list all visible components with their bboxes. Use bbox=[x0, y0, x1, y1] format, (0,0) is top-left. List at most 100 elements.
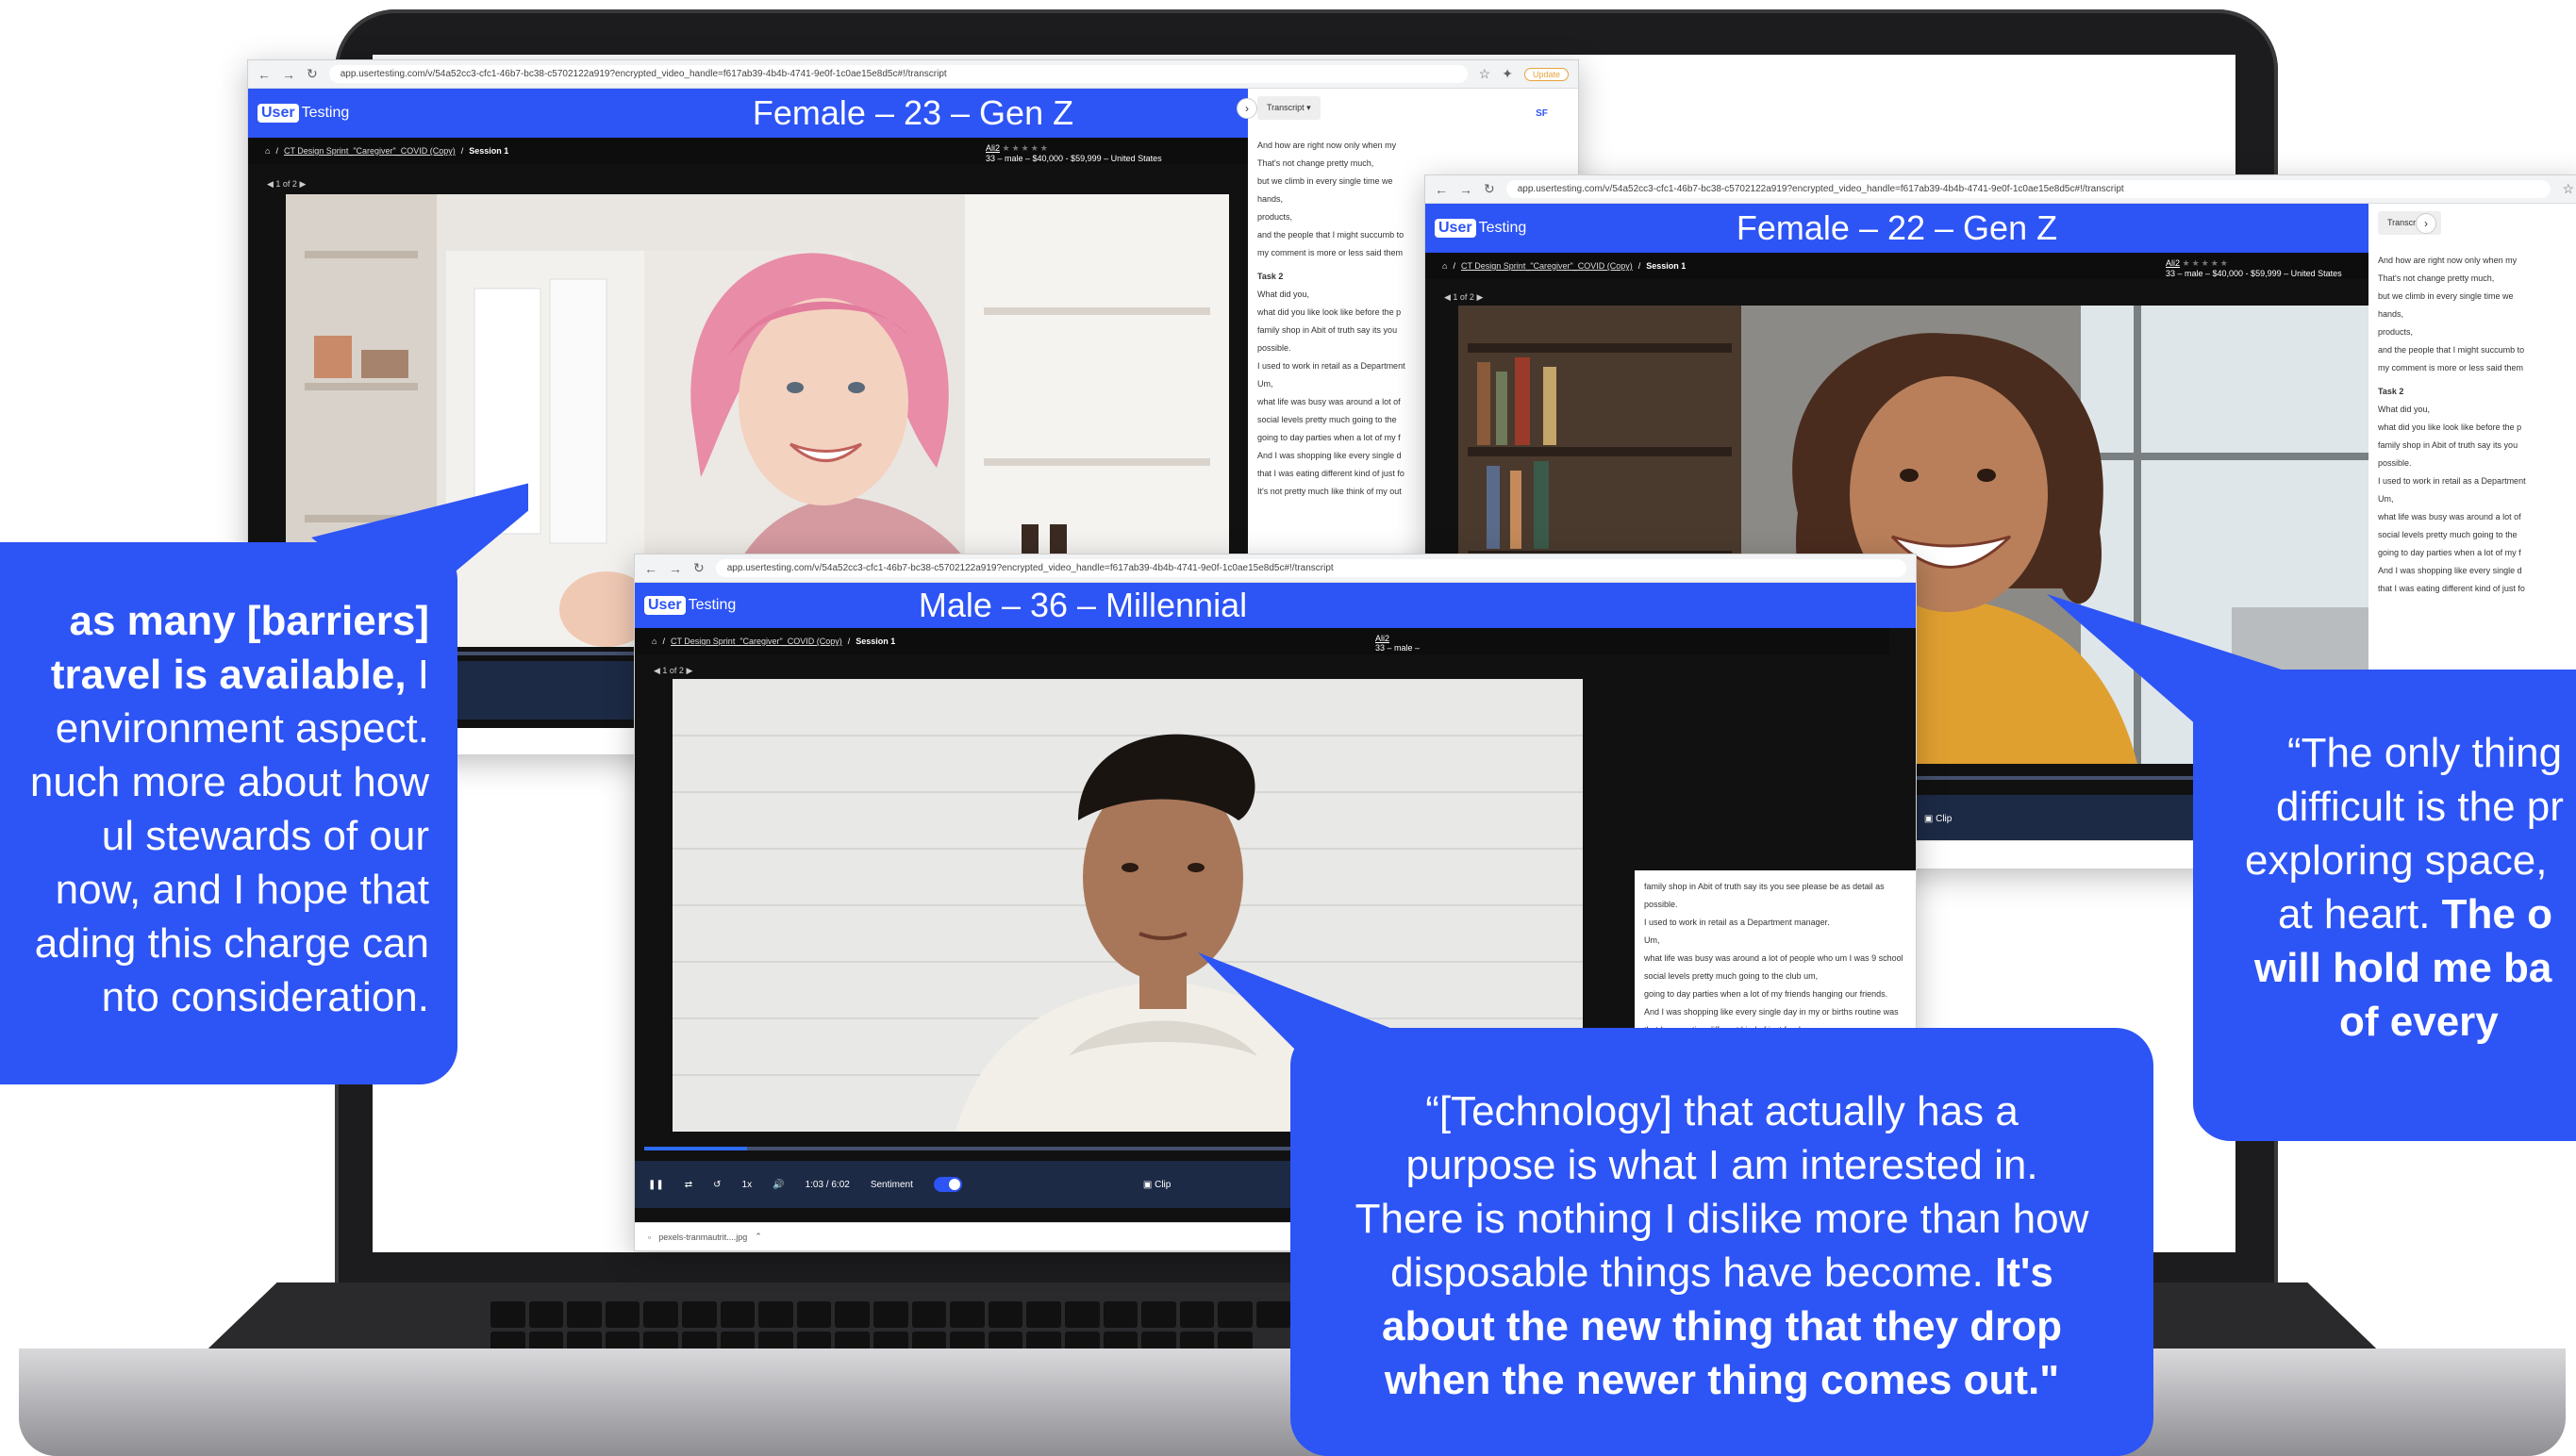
transcript-line[interactable]: That's not change pretty much, bbox=[2378, 270, 2576, 288]
reload-icon[interactable]: ↻ bbox=[693, 560, 705, 576]
download-file-name[interactable]: pexels-tranmautrit....jpg bbox=[658, 1233, 747, 1242]
address-bar[interactable]: app.usertesting.com/v/54a52cc3-cfc1-46b7… bbox=[1505, 180, 2551, 198]
reload-icon[interactable]: ↻ bbox=[307, 66, 318, 82]
sentiment-toggle[interactable] bbox=[933, 1177, 962, 1192]
back-icon[interactable]: ← bbox=[644, 561, 657, 576]
bookmark-star-icon[interactable]: ☆ bbox=[2562, 181, 2574, 197]
participant-demographics: 33 – male – $40,000 - $59,999 – United S… bbox=[2166, 269, 2342, 278]
quote-left-line1: as many [barriers] bbox=[69, 598, 429, 644]
bookmark-star-icon[interactable]: ☆ bbox=[1479, 66, 1491, 82]
transcript-line[interactable]: And I was shopping like every single day… bbox=[1644, 1003, 1908, 1021]
rating-stars[interactable]: ★★★★★ bbox=[2183, 258, 2230, 268]
clip-label: Clip bbox=[1155, 1179, 1172, 1190]
pause-icon[interactable]: ❚❚ bbox=[648, 1180, 664, 1190]
transcript-line[interactable]: what life was busy was around a lot of p… bbox=[1644, 950, 1908, 968]
project-name[interactable]: 2021_H0010_Convergin bbox=[2471, 223, 2576, 234]
transcript-line[interactable]: I used to work in retail as a Department bbox=[2378, 472, 2576, 490]
rating-stars[interactable]: ★★★★★ bbox=[1003, 143, 1050, 153]
transcript-line[interactable]: social levels pretty much going to the bbox=[2378, 526, 2576, 544]
logo-text: Testing bbox=[301, 105, 350, 121]
window-title: Female – 22 – Gen Z bbox=[1736, 208, 2058, 247]
clip-button[interactable]: ▣ Clip bbox=[1924, 814, 1952, 824]
participant-name[interactable]: Ali2 bbox=[2166, 258, 2180, 268]
transcript-line[interactable]: what life was busy was around a lot of bbox=[2378, 508, 2576, 526]
transcript-line[interactable]: possible. bbox=[1644, 896, 1908, 914]
home-icon[interactable]: ⌂ bbox=[1442, 261, 1447, 271]
quote-right-line5: will hold me ba bbox=[2254, 945, 2552, 991]
transcript-line[interactable]: going to day parties when a lot of my f bbox=[2378, 544, 2576, 562]
breadcrumb-study[interactable]: CT Design Sprint_"Caregiver"_COVID (Copy… bbox=[284, 146, 456, 156]
breadcrumb-session: Session 1 bbox=[856, 637, 896, 646]
breadcrumb-study[interactable]: CT Design Sprint_"Caregiver"_COVID (Copy… bbox=[1461, 261, 1633, 271]
back-icon[interactable]: ← bbox=[258, 67, 271, 82]
marketing-composite: ← → ↻ app.usertesting.com/v/54a52cc3-cfc… bbox=[0, 0, 2576, 1456]
transcript-line[interactable]: and the people that I might succumb to bbox=[2378, 341, 2576, 359]
home-icon[interactable]: ⌂ bbox=[652, 637, 656, 646]
usertesting-logo[interactable]: User Testing bbox=[258, 104, 349, 123]
chevron-up-icon[interactable]: ⌃ bbox=[755, 1232, 762, 1242]
update-button[interactable]: Update bbox=[1523, 67, 1569, 81]
clip-pager[interactable]: ◀ 1 of 2 ▶ bbox=[1444, 292, 1483, 303]
transcript-line[interactable]: And I was shopping like every single d bbox=[2378, 562, 2576, 580]
transcript-line[interactable]: but we climb in every single time we bbox=[2378, 288, 2576, 306]
collapse-panel-icon[interactable]: › bbox=[1237, 98, 1257, 119]
transcript-line[interactable]: social levels pretty much going to the c… bbox=[1644, 968, 1908, 985]
transcript-line[interactable]: That's not change pretty much, bbox=[1257, 155, 1571, 173]
breadcrumb-study[interactable]: CT Design Sprint_"Caregiver"_COVID (Copy… bbox=[671, 637, 842, 646]
transcript-line[interactable]: I used to work in retail as a Department… bbox=[1644, 914, 1908, 932]
speed-control[interactable]: 1x bbox=[742, 1180, 753, 1190]
clip-button[interactable]: ▣ Clip bbox=[1143, 1180, 1171, 1190]
breadcrumb: ⌂ / CT Design Sprint_"Caregiver"_COVID (C… bbox=[635, 628, 1889, 654]
chevron-down-icon[interactable]: ▾ bbox=[1563, 108, 1569, 120]
quote-right-line4-bold: The o bbox=[2441, 891, 2552, 937]
transcript-line[interactable]: And how are right now only when my bbox=[2378, 252, 2576, 270]
breadcrumb-session: Session 1 bbox=[1646, 261, 1687, 271]
collapse-panel-icon[interactable]: › bbox=[2416, 213, 2436, 234]
transcript-line[interactable]: family shop in Abit of truth say its you… bbox=[1644, 878, 1908, 896]
transcript-line[interactable]: hands, bbox=[2378, 306, 2576, 323]
transcript-line[interactable]: Um, bbox=[1644, 932, 1908, 950]
address-bar[interactable]: app.usertesting.com/v/54a52cc3-cfc1-46b7… bbox=[715, 559, 1906, 577]
back-icon[interactable]: ← bbox=[1435, 182, 1448, 197]
breadcrumb-sep: / bbox=[847, 637, 851, 646]
transcript-line[interactable]: what did you like look like before the p bbox=[2378, 419, 2576, 437]
help-link[interactable]: Help bbox=[2440, 223, 2462, 234]
participant-meta: Ali2 33 – male – bbox=[1375, 634, 1420, 653]
participant-name[interactable]: Ali2 bbox=[1375, 634, 1389, 643]
breadcrumb-sep: / bbox=[1637, 261, 1641, 271]
address-bar[interactable]: app.usertesting.com/v/54a52cc3-cfc1-46b7… bbox=[328, 65, 1468, 83]
usertesting-logo[interactable]: User Testing bbox=[1435, 219, 1526, 238]
forward-icon[interactable]: → bbox=[1459, 182, 1472, 197]
quote-left-line3: environment aspect. bbox=[55, 705, 429, 752]
loop-icon[interactable]: ⇄ bbox=[685, 1180, 692, 1190]
clip-pager[interactable]: ◀ 1 of 2 ▶ bbox=[654, 666, 692, 676]
transcript-line[interactable]: What did you, bbox=[2378, 401, 2576, 419]
transcript-line[interactable]: going to day parties when a lot of my fr… bbox=[1644, 985, 1908, 1003]
user-avatar[interactable]: SF bbox=[1529, 101, 1554, 125]
participant-meta: Ali2 ★★★★★ 33 – male – $40,000 - $59,999… bbox=[986, 143, 1162, 163]
extensions-icon[interactable]: ✦ bbox=[1502, 66, 1513, 82]
transcript-line[interactable]: possible. bbox=[2378, 455, 2576, 472]
browser-toolbar: ← → ↻ app.usertesting.com/v/54a52cc3-cfc… bbox=[248, 60, 1578, 89]
forward-icon[interactable]: → bbox=[669, 561, 682, 576]
transcript-line[interactable]: products, bbox=[2378, 323, 2576, 341]
quote-left-line2: travel is available, bbox=[50, 652, 407, 698]
transcript-line[interactable]: Um, bbox=[2378, 490, 2576, 508]
transcript-dropdown[interactable]: Transcript ▾ bbox=[1257, 96, 1321, 120]
rewind-icon[interactable]: ↺ bbox=[713, 1180, 721, 1190]
participant-name[interactable]: Ali2 bbox=[986, 143, 1000, 153]
transcript-line[interactable]: my comment is more or less said them bbox=[2378, 359, 2576, 377]
clip-pager[interactable]: ◀ 1 of 2 ▶ bbox=[267, 179, 306, 190]
transcript-line[interactable]: family shop in Abit of truth say its you bbox=[2378, 437, 2576, 455]
video-timeline[interactable] bbox=[644, 1147, 1380, 1150]
reload-icon[interactable]: ↻ bbox=[1484, 181, 1495, 197]
home-icon[interactable]: ⌂ bbox=[265, 146, 270, 156]
quote-center-line5: about the new thing that they drop bbox=[1381, 1303, 2063, 1349]
time-readout: 1:03 / 6:02 bbox=[805, 1179, 850, 1190]
volume-icon[interactable]: 🔊 bbox=[773, 1180, 784, 1190]
transcript-line[interactable]: And how are right now only when my bbox=[1257, 137, 1571, 155]
quote-left-line2-rest: I bbox=[406, 652, 429, 698]
usertesting-logo[interactable]: User Testing bbox=[644, 596, 736, 615]
transcript-line[interactable]: that I was eating different kind of just… bbox=[2378, 580, 2576, 598]
forward-icon[interactable]: → bbox=[282, 67, 295, 82]
